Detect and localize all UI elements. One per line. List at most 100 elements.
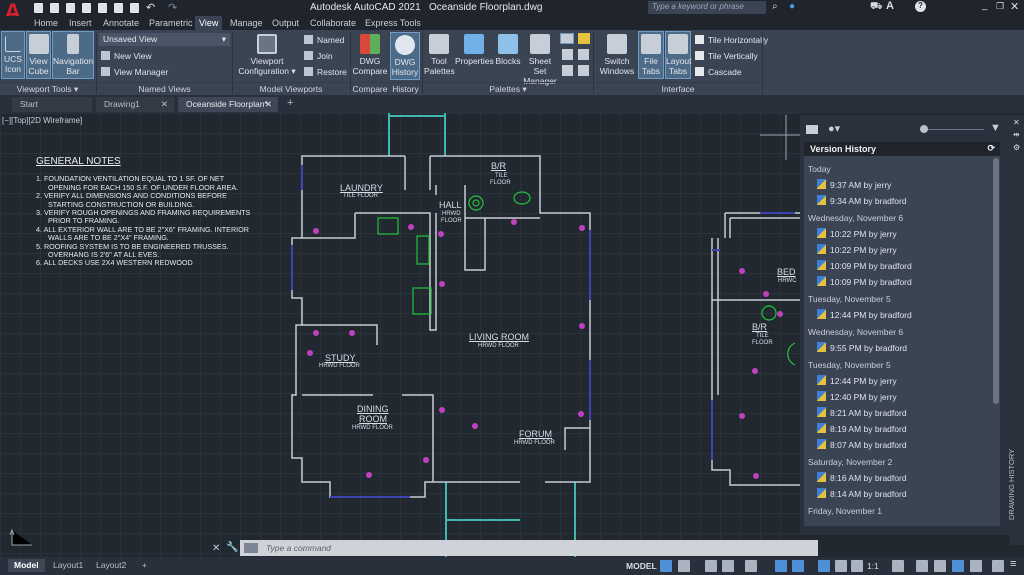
room-label-br: B/R xyxy=(491,161,507,171)
autodesk-app-icon[interactable]: A xyxy=(886,0,894,12)
version-date-group: Tuesday, November 5 xyxy=(808,294,891,304)
grid-icon[interactable] xyxy=(660,560,672,572)
command-input[interactable]: Type a command xyxy=(240,540,818,556)
drawing-version-icon xyxy=(817,276,826,286)
version-label: 10:22 PM by jerry xyxy=(830,229,897,239)
version-item[interactable]: 9:55 PM by bradford xyxy=(804,340,1000,356)
help-icon[interactable]: ? xyxy=(915,1,926,12)
version-item[interactable]: 9:37 AM by jerry xyxy=(804,177,1000,193)
scale-dropdown[interactable]: 1:1 xyxy=(867,561,879,571)
cart-icon[interactable]: ⛟ xyxy=(870,1,883,14)
version-list: Today 9:37 AM by jerry 9:34 AM by bradford… xyxy=(804,156,1000,526)
floor-plan xyxy=(9,113,800,557)
isolate-objects-icon[interactable] xyxy=(970,560,982,572)
snap-icon[interactable] xyxy=(678,560,690,572)
version-item[interactable]: 8:07 AM by bradford xyxy=(804,437,1000,453)
version-label: 9:37 AM by jerry xyxy=(830,180,892,190)
version-item[interactable]: 10:22 PM by jerry xyxy=(804,242,1000,258)
auto-scale-icon[interactable] xyxy=(835,560,847,572)
version-date-group: Today xyxy=(808,164,831,174)
view-mode-icon[interactable] xyxy=(806,125,818,134)
units-icon[interactable] xyxy=(934,560,946,572)
close-palette-icon[interactable]: ✕ xyxy=(1013,118,1020,127)
drawing-version-icon xyxy=(817,375,826,385)
version-item[interactable]: 8:14 AM by bradford xyxy=(804,486,1000,502)
version-item[interactable]: 8:19 AM by bradford xyxy=(804,421,1000,437)
layout-tab-model[interactable]: Model xyxy=(8,559,45,572)
drawing-version-icon xyxy=(817,407,826,417)
drawing-version-icon xyxy=(817,260,826,270)
windows xyxy=(291,165,795,498)
drawing-version-icon xyxy=(817,423,826,433)
version-label: 8:19 AM by bradford xyxy=(830,424,907,434)
version-date-group: Wednesday, November 6 xyxy=(808,327,904,337)
annotation-visibility-icon[interactable] xyxy=(818,560,830,572)
palette-settings-icon[interactable]: ⚙ xyxy=(1013,143,1020,152)
ucs-icon-canvas xyxy=(9,528,32,546)
refresh-icon[interactable]: ⟳ xyxy=(987,143,995,154)
close-command-icon[interactable]: ✕ xyxy=(212,543,220,554)
version-item[interactable]: 9:34 AM by bradford xyxy=(804,193,1000,209)
layout-tab-layout2[interactable]: Layout2 xyxy=(90,559,132,572)
minimize-icon[interactable]: _ xyxy=(982,0,988,11)
room-label-hall: HALL xyxy=(439,200,462,210)
isodraft-icon[interactable] xyxy=(745,560,757,572)
room-floor-hall-1: HRWD xyxy=(442,211,461,217)
customization-menu-icon[interactable]: ≡ xyxy=(1010,558,1016,570)
recent-commands-icon[interactable] xyxy=(244,543,258,553)
annotation-scale-icon[interactable] xyxy=(851,560,863,572)
room-floor-br2-2: FLOOR xyxy=(752,340,773,346)
drawing-version-icon xyxy=(817,342,826,352)
version-date-group: Saturday, November 2 xyxy=(808,457,893,467)
room-floor-br-2: FLOOR xyxy=(490,180,511,186)
room-label-study: STUDY xyxy=(325,353,356,363)
version-label: 8:16 AM by bradford xyxy=(830,473,907,483)
object-snap-tracking-icon[interactable] xyxy=(775,560,787,572)
close-icon[interactable]: ✕ xyxy=(1010,0,1019,13)
workspace-gear-icon[interactable] xyxy=(892,560,904,572)
version-item[interactable]: 12:44 PM by bradford xyxy=(804,307,1000,323)
room-label-dining: DINING xyxy=(357,404,389,414)
layout-tab-layout1[interactable]: Layout1 xyxy=(47,559,89,572)
room-floor-forum: HRWD FLOOR xyxy=(514,440,555,446)
version-item[interactable]: 10:22 PM by jerry xyxy=(804,226,1000,242)
drawing-version-icon xyxy=(817,472,826,482)
version-item[interactable]: 8:16 AM by bradford xyxy=(804,470,1000,486)
room-floor-br2-1: TILE xyxy=(756,333,769,339)
customize-icon[interactable]: 🔧 xyxy=(226,542,238,553)
room-floor-hall-2: FLOOR xyxy=(441,218,462,224)
version-item[interactable]: 12:44 PM by jerry xyxy=(804,373,1000,389)
polar-icon[interactable] xyxy=(722,560,734,572)
add-layout-button[interactable]: + xyxy=(136,559,153,572)
room-floor-laundry: TILE FLOOR xyxy=(343,193,379,199)
drawing-version-icon xyxy=(817,228,826,238)
drawing-version-icon xyxy=(817,195,826,205)
version-label: 8:07 AM by bradford xyxy=(830,440,907,450)
slider-handle[interactable] xyxy=(920,125,928,133)
filter-icon[interactable]: ▼ xyxy=(990,122,1001,134)
room-floor-study: HRWD FLOOR xyxy=(319,363,360,369)
crosshair-cursor xyxy=(760,115,800,160)
model-space-toggle[interactable]: MODEL xyxy=(626,561,657,571)
version-list-scrollbar[interactable] xyxy=(993,158,999,404)
zoom-slider[interactable] xyxy=(924,129,984,130)
version-label: 8:21 AM by bradford xyxy=(830,408,907,418)
annotation-monitor-icon[interactable] xyxy=(916,560,928,572)
ortho-icon[interactable] xyxy=(705,560,717,572)
version-item[interactable]: 8:21 AM by bradford xyxy=(804,405,1000,421)
quick-properties-icon[interactable] xyxy=(952,560,964,572)
version-item[interactable]: 10:09 PM by bradford xyxy=(804,258,1000,274)
version-date-group: Wednesday, November 6 xyxy=(808,213,904,223)
version-label: 12:44 PM by bradford xyxy=(830,310,912,320)
version-item[interactable]: 10:09 PM by bradford xyxy=(804,274,1000,290)
fullscreen-icon[interactable] xyxy=(992,560,1004,572)
room-floor-br-1: TILE xyxy=(495,173,508,179)
autohide-icon[interactable]: ⇹ xyxy=(1013,130,1020,139)
drawing-history-side-label[interactable]: DRAWING HISTORY xyxy=(1007,430,1016,520)
user-filter-icon[interactable]: ●▾ xyxy=(828,122,840,135)
version-item[interactable]: 12:40 PM by jerry xyxy=(804,389,1000,405)
restore-icon[interactable]: ❐ xyxy=(996,1,1004,12)
object-snap-icon[interactable] xyxy=(792,560,804,572)
drawing-version-icon xyxy=(817,309,826,319)
version-date-group: Tuesday, November 5 xyxy=(808,360,891,370)
